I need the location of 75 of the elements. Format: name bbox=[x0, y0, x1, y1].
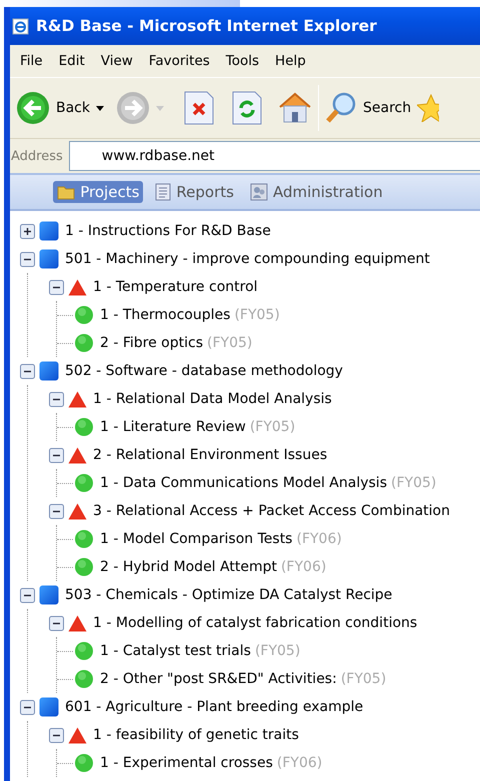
project-square-icon bbox=[39, 585, 59, 605]
circle-icon bbox=[75, 418, 93, 436]
triangle-icon bbox=[68, 614, 87, 632]
tree-item-label[interactable]: 1 - Thermocouples (FY05) bbox=[100, 307, 280, 323]
collapse-toggle[interactable] bbox=[20, 252, 35, 266]
home-button[interactable] bbox=[278, 91, 312, 125]
triangle-icon bbox=[68, 278, 87, 296]
back-button[interactable]: Back bbox=[16, 91, 90, 125]
triangle-icon bbox=[68, 390, 87, 408]
project-square-icon bbox=[39, 361, 59, 381]
triangle-icon bbox=[68, 502, 87, 520]
nav-tab[interactable]: Projects bbox=[53, 181, 144, 203]
collapse-toggle[interactable] bbox=[49, 392, 64, 406]
menu-item[interactable]: Help bbox=[267, 53, 314, 69]
menu-item[interactable]: File bbox=[12, 53, 51, 69]
collapse-toggle[interactable] bbox=[49, 504, 64, 518]
tree-item-label[interactable]: 501 - Machinery - improve compounding equipment bbox=[65, 251, 430, 267]
menu-item[interactable]: Favorites bbox=[140, 53, 218, 69]
tree-item-label[interactable]: 1 - Instructions For R&D Base bbox=[65, 223, 271, 239]
tree-item-label[interactable]: 1 - Data Communications Model Analysis (FY05) bbox=[100, 475, 436, 491]
circle-icon bbox=[75, 642, 93, 660]
collapse-toggle[interactable] bbox=[20, 700, 35, 714]
window-title: R&D Base - Microsoft Internet Explorer bbox=[36, 17, 377, 35]
folder-icon bbox=[57, 184, 76, 200]
circle-icon bbox=[75, 334, 93, 352]
tree-item-label[interactable]: 1 - Experimental crosses (FY06) bbox=[100, 755, 322, 771]
collapse-toggle[interactable] bbox=[20, 588, 35, 602]
menu-item[interactable]: Tools bbox=[218, 53, 268, 69]
address-field[interactable]: www.rdbase.net bbox=[68, 141, 480, 171]
dropdown-caret-icon[interactable] bbox=[96, 106, 104, 110]
refresh-button[interactable] bbox=[232, 91, 262, 125]
people-icon bbox=[250, 183, 268, 201]
tree-item-label[interactable]: 1 - Relational Data Model Analysis bbox=[93, 391, 332, 407]
tree-item-label[interactable]: 1 - Modelling of catalyst fabrication conditions bbox=[93, 615, 418, 631]
tree-item-label[interactable]: 3 - Relational Access + Packet Access Combination bbox=[93, 503, 450, 519]
collapse-toggle[interactable] bbox=[49, 448, 64, 462]
circle-icon bbox=[75, 306, 93, 324]
document-icon bbox=[155, 183, 172, 201]
tree-item-label[interactable]: 1 - Literature Review (FY05) bbox=[100, 419, 296, 435]
collapse-toggle[interactable] bbox=[20, 364, 35, 378]
search-button[interactable]: Search bbox=[325, 91, 412, 125]
search-icon bbox=[325, 91, 357, 125]
project-square-icon bbox=[39, 249, 59, 269]
collapse-toggle[interactable] bbox=[49, 616, 64, 630]
tree-item-label[interactable]: 2 - Fibre optics (FY05) bbox=[100, 335, 252, 351]
tree-item-label[interactable]: 2 - Other "post SR&ED" Activities: (FY05) bbox=[100, 671, 386, 687]
circle-icon bbox=[75, 474, 93, 492]
tree-item-label[interactable]: 503 - Chemicals - Optimize DA Catalyst Recipe bbox=[65, 587, 392, 603]
nav-tab[interactable]: Reports bbox=[151, 181, 238, 203]
address-label: Address bbox=[11, 148, 63, 164]
browser-logo-icon bbox=[12, 17, 30, 35]
triangle-icon bbox=[68, 726, 87, 744]
tree-item-label[interactable]: 1 - Model Comparison Tests (FY06) bbox=[100, 531, 342, 547]
circle-icon bbox=[75, 558, 93, 576]
project-square-icon bbox=[39, 221, 59, 241]
tree-item-label[interactable]: 1 - feasibility of genetic traits bbox=[93, 727, 299, 743]
tree-item-label[interactable]: 1 - Temperature control bbox=[93, 279, 258, 295]
nav-tab[interactable]: Administration bbox=[246, 181, 387, 203]
star-icon[interactable] bbox=[417, 94, 440, 122]
tree-item-label[interactable]: 601 - Agriculture - Plant breeding example bbox=[65, 699, 364, 715]
tree-item-label[interactable]: 2 - Relational Environment Issues bbox=[93, 447, 328, 463]
expand-toggle[interactable] bbox=[20, 224, 35, 238]
circle-icon bbox=[75, 670, 93, 688]
tree-item-label[interactable]: 502 - Software - database methodology bbox=[65, 363, 343, 379]
menu-item[interactable]: View bbox=[92, 53, 141, 69]
project-square-icon bbox=[39, 697, 59, 717]
triangle-icon bbox=[68, 446, 87, 464]
collapse-toggle[interactable] bbox=[49, 280, 64, 294]
tree-item-label[interactable]: 1 - Catalyst test trials (FY05) bbox=[100, 643, 300, 659]
menu-item[interactable]: Edit bbox=[50, 53, 93, 69]
circle-icon bbox=[75, 530, 93, 548]
circle-icon bbox=[75, 754, 93, 772]
stop-button[interactable] bbox=[184, 91, 214, 125]
collapse-toggle[interactable] bbox=[49, 728, 64, 742]
tree-item-label[interactable]: 2 - Hybrid Model Attempt (FY06) bbox=[100, 559, 326, 575]
